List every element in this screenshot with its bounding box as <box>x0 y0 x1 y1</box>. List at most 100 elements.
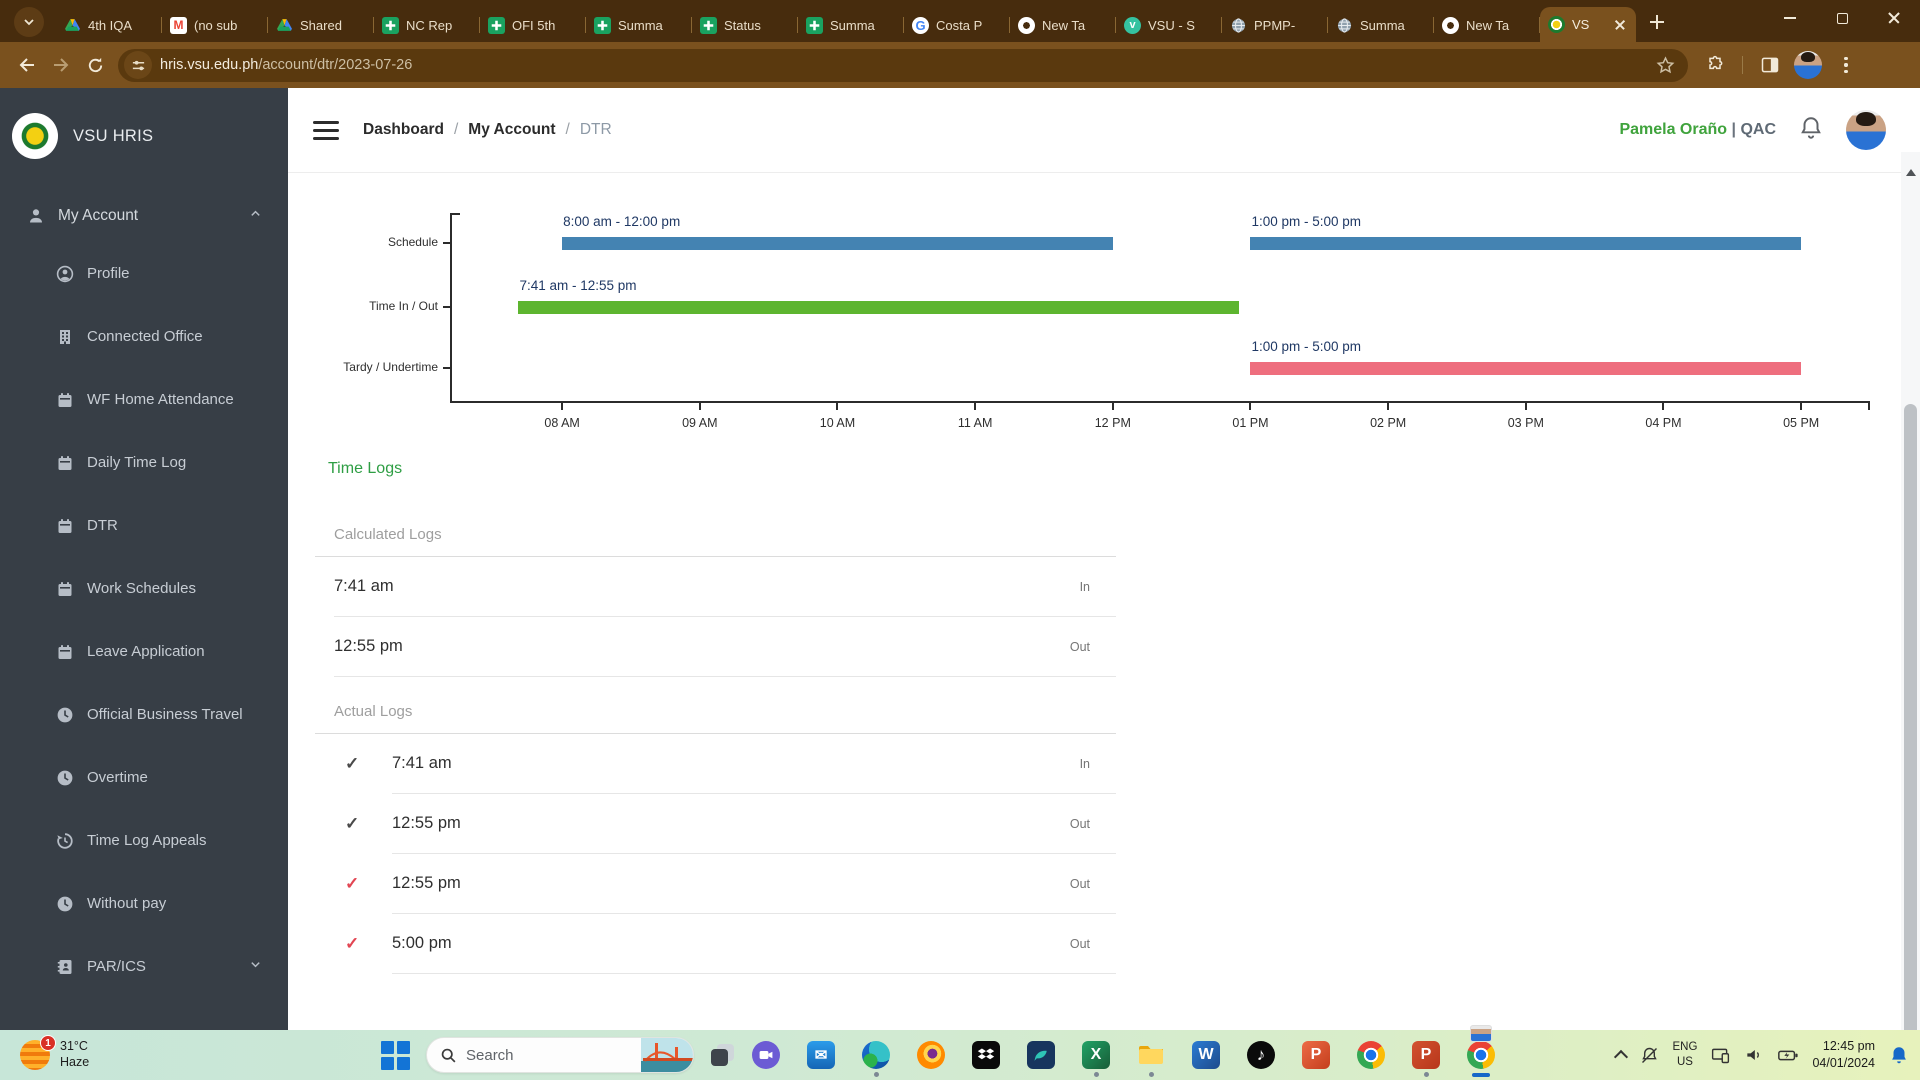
speaker-icon[interactable] <box>1744 1045 1764 1065</box>
cast-screen-icon[interactable] <box>1710 1045 1731 1066</box>
firefox-browser-icon[interactable] <box>917 1041 945 1069</box>
app-glyph: W <box>1198 1046 1214 1063</box>
sidebar-item-dtr[interactable]: DTR <box>0 494 288 557</box>
tiktok-app-icon[interactable]: ♪ <box>1247 1041 1275 1069</box>
x-axis-tick <box>1524 403 1527 410</box>
chrome-browser-active-icon[interactable] <box>1467 1025 1495 1077</box>
chart-row-label: Time In / Out <box>369 299 438 313</box>
browser-tab[interactable]: NC Rep <box>374 8 480 42</box>
close-button[interactable] <box>1868 0 1920 36</box>
reload-button[interactable] <box>78 48 112 82</box>
hidden-icons-button[interactable] <box>1613 1049 1628 1065</box>
actual-logs-heading: Actual Logs <box>334 703 413 720</box>
sidebar-item-my-account[interactable]: My Account <box>0 190 288 242</box>
language-indicator[interactable]: ENG US <box>1673 1040 1698 1070</box>
language-bottom: US <box>1676 1056 1693 1068</box>
sidebar-item-daily-time-log[interactable]: Daily Time Log <box>0 431 288 494</box>
powerpoint-app-icon[interactable]: P <box>1302 1041 1330 1069</box>
dev-app-icon[interactable] <box>1027 1041 1055 1069</box>
scrollbar-up-arrow[interactable] <box>1905 164 1916 176</box>
x-axis-tick <box>1111 403 1114 410</box>
google-favicon-icon: G <box>912 16 929 34</box>
powerpoint-app-2-icon[interactable]: P <box>1412 1041 1440 1077</box>
browser-tab[interactable]: PPMP- <box>1222 8 1328 42</box>
sidebar-item-overtime[interactable]: Overtime <box>0 746 288 809</box>
gantt-bar-label: 1:00 pm - 5:00 pm <box>1251 213 1362 229</box>
scrollbar[interactable] <box>1901 152 1920 1030</box>
browser-tab[interactable]: v VSU - S <box>1116 8 1222 42</box>
browser-tab[interactable]: M (no sub <box>162 8 268 42</box>
browser-tab[interactable]: Status <box>692 8 798 42</box>
browser-tab[interactable]: Summa <box>798 8 904 42</box>
weather-widget[interactable]: 1 31°C Haze <box>20 1035 89 1070</box>
sidebar-item-time-log-appeals[interactable]: Time Log Appeals <box>0 809 288 872</box>
browser-tab[interactable]: G Costa P <box>904 8 1010 42</box>
person-circle-icon <box>56 265 74 283</box>
tab-strip: 4th IQA M (no sub Shared NC Rep OFI 5th Summa S… <box>0 0 1920 42</box>
excel-app-icon[interactable]: X <box>1082 1041 1110 1077</box>
sidebar-item-label: Work Schedules <box>87 580 196 597</box>
gantt-bar <box>562 236 1113 250</box>
video-chat-app-icon[interactable] <box>752 1041 780 1069</box>
browser-tab[interactable]: Summa <box>1328 8 1434 42</box>
extensions-button[interactable] <box>1698 48 1732 82</box>
search-box[interactable]: Search <box>426 1037 694 1073</box>
kebab-menu-icon <box>1831 56 1861 74</box>
brand-name: VSU HRIS <box>73 126 154 145</box>
window-controls <box>1764 0 1920 36</box>
address-bar[interactable]: hris.vsu.edu.ph/account/dtr/2023-07-26 <box>118 48 1688 82</box>
tab-close-icon[interactable] <box>1612 17 1628 33</box>
running-indicator <box>1094 1072 1099 1077</box>
minimize-button[interactable] <box>1764 0 1816 36</box>
app-glyph: X <box>1090 1046 1102 1063</box>
tab-search-button[interactable] <box>14 7 44 37</box>
do-not-disturb-bell-icon[interactable] <box>1639 1045 1660 1066</box>
sidebar-item-profile[interactable]: Profile <box>0 242 288 305</box>
browser-tab[interactable]: Shared <box>268 8 374 42</box>
browser-tab[interactable]: New Ta <box>1434 8 1540 42</box>
forward-button[interactable] <box>44 48 78 82</box>
clock-icon <box>56 895 74 913</box>
browser-tab[interactable]: 4th IQA <box>56 8 162 42</box>
sidebar-item-without-pay[interactable]: Without pay <box>0 872 288 935</box>
x-axis-tick <box>561 403 564 410</box>
sidebar-item-work-schedules[interactable]: Work Schedules <box>0 557 288 620</box>
browser-tab[interactable]: New Ta <box>1010 8 1116 42</box>
sidebar-item-par-ics[interactable]: PAR/ICS <box>0 935 288 998</box>
x-tick-label: 03 PM <box>1507 416 1544 430</box>
gmail-favicon-icon: M <box>170 16 187 34</box>
side-panel-button[interactable] <box>1753 48 1787 82</box>
back-button[interactable] <box>10 48 44 82</box>
clock-widget[interactable]: 12:45 pm 04/01/2024 <box>1812 1038 1875 1072</box>
tab-title: OFI 5th <box>512 17 556 33</box>
start-button[interactable] <box>380 1040 410 1070</box>
x-tick-label: 08 AM <box>544 416 580 430</box>
sidebar-item-connected-office[interactable]: Connected Office <box>0 305 288 368</box>
word-app-icon[interactable]: W <box>1192 1041 1220 1069</box>
browser-tab[interactable]: OFI 5th <box>480 8 586 42</box>
battery-charging-icon[interactable] <box>1777 1044 1799 1066</box>
new-tab-button[interactable] <box>1644 9 1670 35</box>
calendar-icon <box>56 643 74 661</box>
file-explorer-icon[interactable] <box>1137 1041 1165 1077</box>
profile-button[interactable] <box>1791 48 1825 82</box>
site-info-icon[interactable] <box>124 51 152 79</box>
notifications-bell-icon[interactable] <box>1888 1044 1910 1066</box>
maximize-button[interactable] <box>1816 0 1868 36</box>
browser-menu-button[interactable] <box>1829 48 1863 82</box>
browser-tab[interactable]: Summa <box>586 8 692 42</box>
dropbox-app-icon[interactable] <box>972 1041 1000 1069</box>
sidebar-item-official-business-travel[interactable]: Official Business Travel <box>0 683 288 746</box>
sidebar-item-leave-application[interactable]: Leave Application <box>0 620 288 683</box>
edge-browser-icon[interactable] <box>862 1041 890 1077</box>
sidebar-item-label: WF Home Attendance <box>87 391 234 408</box>
sidebar-item-wf-home-attendance[interactable]: WF Home Attendance <box>0 368 288 431</box>
chrome-browser-icon[interactable] <box>1357 1041 1385 1069</box>
browser-tab[interactable]: VS <box>1540 7 1636 42</box>
scrollbar-thumb[interactable] <box>1904 404 1917 1030</box>
mail-app-icon[interactable]: ✉ <box>807 1041 835 1069</box>
x-tick-label: 05 PM <box>1783 416 1820 430</box>
task-view-button[interactable] <box>710 1042 736 1068</box>
sidebar: VSU HRIS My Account Profile Connected Off… <box>0 88 288 1030</box>
bookmark-star-icon[interactable] <box>1655 55 1676 76</box>
